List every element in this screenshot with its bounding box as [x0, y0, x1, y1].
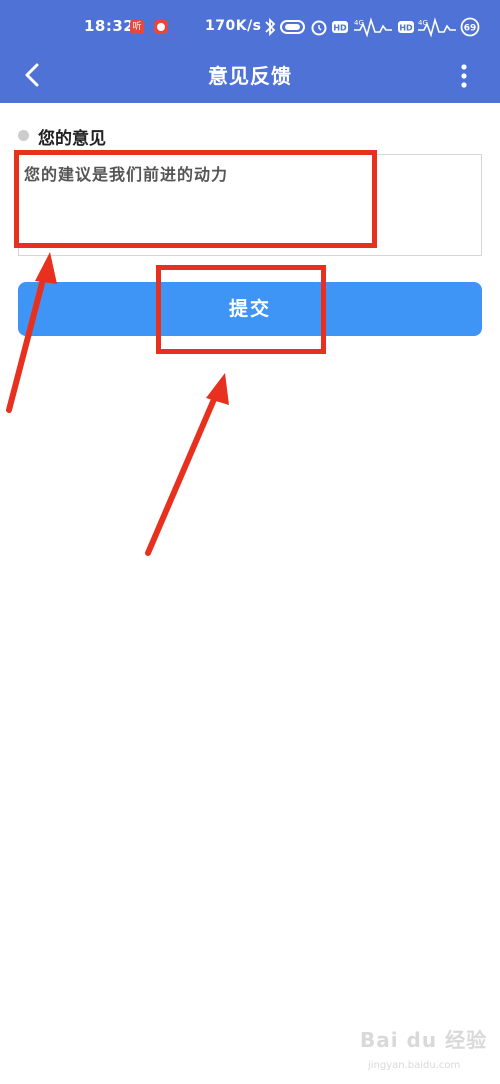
notification-badge: 听 — [130, 20, 144, 34]
battery-level: 69 — [464, 24, 477, 34]
notification-dot-icon — [154, 20, 168, 34]
network-speed: 170K/s — [205, 18, 262, 34]
annotation-highlight-submit — [156, 265, 326, 354]
watermark-logo: Bai du 经验 — [360, 1028, 488, 1052]
signal-4g-icon: 4G — [354, 17, 392, 38]
battery-icon: 69 — [460, 17, 480, 37]
battery-saver-icon — [280, 20, 305, 34]
alarm-icon — [311, 20, 327, 36]
watermark-url: jingyan.baidu.com — [368, 1060, 461, 1071]
svg-text:HD: HD — [333, 24, 347, 33]
svg-text:HD: HD — [399, 24, 413, 33]
bullet-dot-icon — [18, 130, 29, 141]
status-icons: HD 4G HD 4G 69 — [264, 16, 480, 38]
app-header: 18:32 听 170K/s HD 4G HD 4G 69 意见反馈 — [0, 0, 500, 103]
hd-icon: HD — [332, 21, 348, 33]
more-vertical-icon — [461, 64, 467, 88]
more-options-button[interactable] — [450, 58, 478, 94]
app-bar: 意见反馈 — [0, 52, 500, 103]
annotation-arrow-submit — [145, 373, 229, 556]
page-title: 意见反馈 — [208, 64, 292, 88]
status-time: 18:32 — [84, 17, 135, 35]
hd-icon: HD — [398, 21, 414, 33]
bluetooth-icon — [265, 17, 276, 37]
status-bar: 18:32 听 170K/s HD 4G HD 4G 69 — [0, 0, 500, 52]
watermark: Bai du 经验 jingyan.baidu.com — [360, 1024, 490, 1080]
annotation-highlight-input — [14, 150, 377, 248]
feedback-label: 您的意见 — [38, 129, 106, 149]
signal-4g-icon: 4G — [418, 17, 456, 38]
